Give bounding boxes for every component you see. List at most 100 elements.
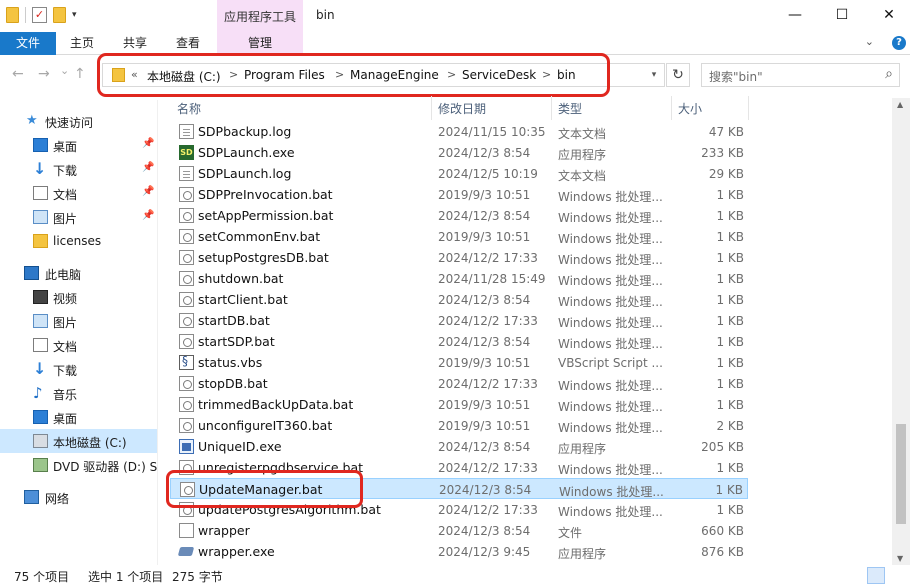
- column-divider[interactable]: [551, 96, 552, 120]
- breadcrumb-separator[interactable]: >: [335, 68, 344, 81]
- file-row[interactable]: startDB.bat 2024/12/2 17:33 Windows 批处理...…: [170, 310, 748, 331]
- tab-view[interactable]: 查看: [168, 32, 208, 55]
- details-view-icon[interactable]: [867, 567, 885, 584]
- file-row[interactable]: shutdown.bat 2024/11/28 15:49 Windows 批处理.…: [170, 268, 748, 289]
- file-row[interactable]: status.vbs 2019/9/3 10:51 VBScript Script …: [170, 352, 748, 373]
- scroll-thumb[interactable]: [896, 424, 906, 524]
- nav-pictures-pinned[interactable]: 图片 📌: [0, 205, 157, 229]
- tab-home[interactable]: 主页: [62, 32, 102, 55]
- vertical-scrollbar[interactable]: ▲ ▼: [892, 98, 910, 565]
- nav-music[interactable]: ♪ 音乐: [0, 381, 157, 405]
- file-type: Windows 批处理...: [558, 463, 663, 477]
- tab-manage[interactable]: 管理: [217, 32, 303, 55]
- chevron-down-icon[interactable]: ⌄: [865, 35, 874, 48]
- column-header-size[interactable]: 大小: [678, 100, 702, 118]
- file-row[interactable]: wrapper.exe 2024/12/3 9:45 应用程序 876 KB: [170, 541, 748, 562]
- nav-local-disk-c[interactable]: 本地磁盘 (C:): [0, 429, 157, 453]
- nav-videos[interactable]: 视频: [0, 285, 157, 309]
- file-type: Windows 批处理...: [558, 253, 663, 267]
- nav-documents-pinned[interactable]: 文档 📌: [0, 181, 157, 205]
- column-divider[interactable]: [748, 96, 749, 120]
- nav-dvd-drive[interactable]: DVD 驱动器 (D:) SS: [0, 453, 157, 477]
- file-row[interactable]: startClient.bat 2024/12/3 8:54 Windows 批处理…: [170, 289, 748, 310]
- file-row[interactable]: SDPbackup.log 2024/11/15 10:35 文本文档 47 KB: [170, 121, 748, 142]
- file-row[interactable]: UniqueID.exe 2024/12/3 8:54 应用程序 205 KB: [170, 436, 748, 457]
- nav-downloads[interactable]: ↓ 下载: [0, 357, 157, 381]
- nav-pictures[interactable]: 图片: [0, 309, 157, 333]
- pin-icon[interactable]: 📌: [142, 210, 154, 221]
- nav-label: 文档: [53, 340, 78, 354]
- recent-locations-icon[interactable]: ⌄: [60, 64, 69, 77]
- help-icon[interactable]: ?: [892, 36, 906, 50]
- search-box[interactable]: 搜索"bin" ⌕: [701, 63, 900, 87]
- file-type: Windows 批处理...: [558, 316, 663, 330]
- file-row[interactable]: wrapper 2024/12/3 8:54 文件 660 KB: [170, 520, 748, 541]
- file-row[interactable]: unconfigureIT360.bat 2019/9/3 10:51 Window…: [170, 415, 748, 436]
- nav-network[interactable]: 网络: [0, 485, 157, 509]
- maximize-button[interactable]: ☐: [819, 0, 865, 32]
- breadcrumb-separator[interactable]: >: [229, 68, 238, 81]
- folder-icon[interactable]: [6, 7, 19, 23]
- minimize-button[interactable]: —: [772, 0, 818, 32]
- column-header-modified[interactable]: 修改日期: [438, 100, 486, 118]
- column-header-name[interactable]: 名称: [177, 100, 201, 118]
- nav-quick-access[interactable]: ★ 快速访问: [0, 109, 157, 133]
- nav-desktop-pinned[interactable]: 桌面 📌: [0, 133, 157, 157]
- column-divider[interactable]: [671, 96, 672, 120]
- breadcrumb-bin[interactable]: bin: [557, 68, 576, 82]
- address-bar[interactable]: « 本地磁盘 (C:) > Program Files > ManageEngi…: [102, 63, 665, 87]
- nav-licenses[interactable]: licenses: [0, 229, 157, 253]
- properties-icon[interactable]: ✓: [32, 7, 47, 23]
- search-input[interactable]: 搜索"bin": [709, 68, 763, 85]
- breadcrumb-separator[interactable]: >: [542, 68, 551, 81]
- drive-icon: [33, 434, 48, 448]
- file-row[interactable]: UpdateManager.bat 2024/12/3 8:54 Windows 批…: [170, 478, 748, 499]
- file-row[interactable]: SDPLaunch.log 2024/12/5 10:19 文本文档 29 KB: [170, 163, 748, 184]
- scroll-up-arrow[interactable]: ▲: [897, 100, 903, 109]
- back-arrow-icon[interactable]: ←: [12, 66, 24, 82]
- large-icons-view-icon[interactable]: [888, 567, 906, 584]
- file-row[interactable]: SD SDPLaunch.exe 2024/12/3 8:54 应用程序 233 KB: [170, 142, 748, 163]
- breadcrumb-program-files[interactable]: Program Files: [244, 68, 325, 82]
- file-size: 1 KB: [716, 356, 744, 370]
- quick-access-toolbar: ✓ ▾: [6, 7, 77, 23]
- file-row[interactable]: setAppPermission.bat 2024/12/3 8:54 Window…: [170, 205, 748, 226]
- nav-this-pc[interactable]: 此电脑: [0, 261, 157, 285]
- breadcrumb-overflow[interactable]: «: [131, 68, 138, 81]
- breadcrumb-servicedesk[interactable]: ServiceDesk: [462, 68, 536, 82]
- nav-downloads-pinned[interactable]: ↓ 下载 📌: [0, 157, 157, 181]
- file-type: Windows 批处理...: [558, 505, 663, 519]
- pane-splitter[interactable]: [157, 100, 158, 565]
- tab-file[interactable]: 文件: [0, 32, 56, 55]
- forward-arrow-icon[interactable]: →: [38, 66, 50, 82]
- customize-toolbar-dropdown[interactable]: ▾: [72, 10, 77, 20]
- up-arrow-icon[interactable]: ↑: [74, 66, 86, 82]
- file-size: 2 KB: [716, 419, 744, 433]
- column-divider[interactable]: [431, 96, 432, 120]
- nav-desktop[interactable]: 桌面: [0, 405, 157, 429]
- scroll-down-arrow[interactable]: ▼: [897, 554, 903, 563]
- close-button[interactable]: ✕: [866, 0, 910, 32]
- column-header-type[interactable]: 类型: [558, 100, 582, 118]
- tab-share[interactable]: 共享: [115, 32, 155, 55]
- file-row[interactable]: unregisterpgdbservice.bat 2024/12/2 17:33…: [170, 457, 748, 478]
- nav-documents[interactable]: 文档: [0, 333, 157, 357]
- new-folder-icon[interactable]: [53, 7, 66, 23]
- refresh-icon[interactable]: ↻: [666, 63, 690, 87]
- file-row[interactable]: SDPPreInvocation.bat 2019/9/3 10:51 Window…: [170, 184, 748, 205]
- pictures-icon: [33, 314, 48, 328]
- breadcrumb-separator[interactable]: >: [447, 68, 456, 81]
- pin-icon[interactable]: 📌: [142, 162, 154, 173]
- breadcrumb-manageengine[interactable]: ManageEngine: [350, 68, 439, 82]
- file-row[interactable]: startSDP.bat 2024/12/3 8:54 Windows 批处理...…: [170, 331, 748, 352]
- file-row[interactable]: trimmedBackUpData.bat 2019/9/3 10:51 Windo…: [170, 394, 748, 415]
- pin-icon[interactable]: 📌: [142, 186, 154, 197]
- file-row[interactable]: setupPostgresDB.bat 2024/12/2 17:33 Window…: [170, 247, 748, 268]
- pin-icon[interactable]: 📌: [142, 138, 154, 149]
- file-modified-date: 2024/12/2 17:33: [438, 461, 538, 475]
- file-row[interactable]: updatePostgresAlgorithm.bat 2024/12/2 17:…: [170, 499, 748, 520]
- file-row[interactable]: stopDB.bat 2024/12/2 17:33 Windows 批处理... 1…: [170, 373, 748, 394]
- file-row[interactable]: setCommonEnv.bat 2019/9/3 10:51 Windows 批处…: [170, 226, 748, 247]
- address-history-dropdown[interactable]: ▾: [644, 67, 664, 83]
- breadcrumb-drive-c[interactable]: 本地磁盘 (C:): [147, 68, 221, 85]
